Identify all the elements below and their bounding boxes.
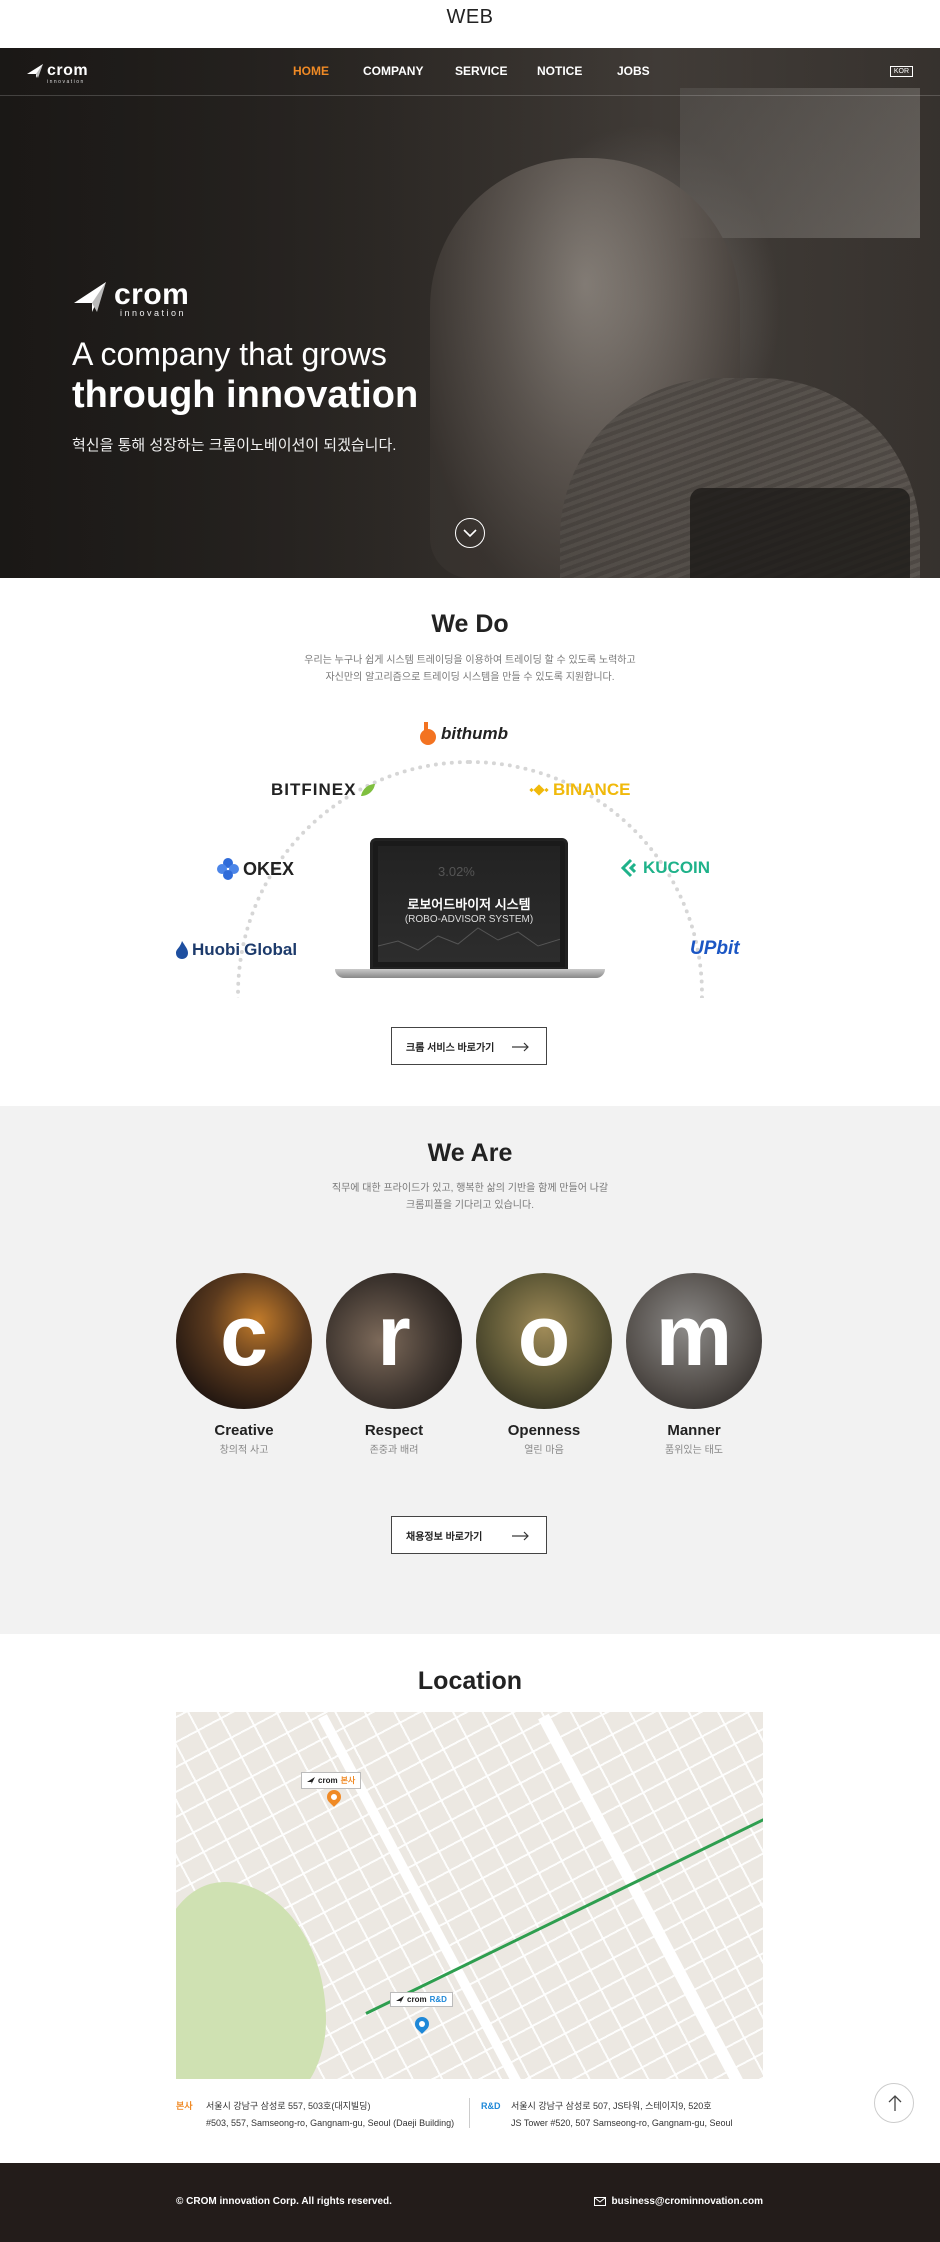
crom-logo-icon <box>74 282 106 312</box>
flame-icon <box>176 941 188 959</box>
address-rd-korean: 서울시 강남구 삼성로 507, JS타워, 스테이지9, 520호 <box>511 2101 712 2111</box>
nav-item-company[interactable]: COMPANY <box>363 64 455 78</box>
leaf-icon <box>361 784 376 796</box>
nav-item-service[interactable]: SERVICE <box>455 64 537 78</box>
exchange-bithumb: bithumb <box>419 722 508 746</box>
crom-logo-icon <box>27 64 43 78</box>
value-title-respect: Respect <box>364 1422 424 1439</box>
scroll-down-button[interactable] <box>455 518 485 548</box>
value-sub-creative: 창의적 사고 <box>219 1445 269 1456</box>
laptop-subtitle: (ROBO-ADVISOR SYSTEM) <box>404 914 534 925</box>
address-divider <box>469 2098 470 2128</box>
footer: © CROM innovation Corp. All rights reser… <box>0 2163 940 2242</box>
nav-item-home[interactable]: HOME <box>293 64 363 78</box>
footer-copyright: © CROM innovation Corp. All rights reser… <box>176 2196 392 2207</box>
value-title-creative: Creative <box>214 1422 274 1439</box>
address-rd-english: JS Tower #520, 507 Samseong-ro, Gangnam-… <box>511 2118 733 2128</box>
value-sub-manner: 품위있는 태도 <box>665 1445 723 1456</box>
hero-logo-sub: innovation <box>120 308 187 318</box>
weare-title: We Are <box>427 1139 513 1167</box>
nav-item-jobs[interactable]: JOBS <box>617 64 677 78</box>
laptop-chart-value: 3.02% <box>438 864 475 879</box>
arrow-up-icon <box>888 2095 902 2111</box>
nav-logo-sub: innovation <box>47 79 85 85</box>
mail-icon <box>593 2197 606 2206</box>
nav-item-notice[interactable]: NOTICE <box>537 64 617 78</box>
nav-logo-text: crom <box>47 62 89 79</box>
nav-logo[interactable]: crom innovation <box>27 62 89 85</box>
value-circle-manner: m <box>626 1273 762 1409</box>
wedo-desc-1: 우리는 누구나 쉽게 시스템 트레이딩을 이용하여 트레이딩 할 수 있도록 노… <box>304 655 636 666</box>
address-hq-english: #503, 557, Samseong-ro, Gangnam-gu, Seou… <box>206 2118 455 2128</box>
address-hq-label: 본사 <box>176 2101 193 2111</box>
exchange-kucoin: KUCOIN <box>619 858 710 878</box>
weare-desc-2: 크롬피플을 기다리고 있습니다. <box>406 1200 534 1211</box>
weare-desc-1: 직무에 대한 프라이드가 있고, 행복한 삶의 기반을 함께 만들어 나갈 <box>331 1183 609 1194</box>
hero-logo-text: crom <box>114 278 190 311</box>
map-pin-rd[interactable] <box>412 2014 432 2034</box>
back-to-top-button[interactable] <box>874 2083 914 2123</box>
value-circle-creative: c <box>176 1273 312 1409</box>
jobs-link-button[interactable]: 채용정보 바로가기 <box>391 1516 547 1554</box>
map-road <box>538 1713 746 2079</box>
crom-logo-icon <box>396 1996 404 2003</box>
value-title-manner: Manner <box>667 1422 721 1439</box>
nav-menu: HOME COMPANY SERVICE NOTICE JOBS <box>293 64 677 78</box>
binance-icon <box>529 784 549 796</box>
service-link-button[interactable]: 크롬 서비스 바로가기 <box>391 1027 547 1065</box>
value-sub-openness: 열린 마음 <box>524 1445 564 1456</box>
exchange-okex: OKEX <box>217 858 294 880</box>
kucoin-icon <box>620 858 637 878</box>
map-park <box>176 1882 326 2079</box>
address-rd-label: R&D <box>481 2101 501 2111</box>
exchange-upbit: UPbit <box>690 938 740 959</box>
laptop-base <box>335 969 605 978</box>
footer-email-link[interactable]: business@crominnovation.com <box>593 2196 763 2207</box>
laptop-title: 로보어드바이저 시스템 <box>407 897 531 912</box>
frame-title: WEB <box>0 0 940 48</box>
arrow-right-icon <box>512 1531 529 1541</box>
wedo-desc-2: 자신만의 알고리즘으로 트레이딩 시스템을 만들 수 있도록 지원합니다. <box>325 672 615 683</box>
arrow-right-icon <box>512 1042 529 1052</box>
exchange-bitfinex: BITFINEX <box>271 780 376 800</box>
value-circle-respect: r <box>326 1273 462 1409</box>
hero-headline-1: A company that grows <box>72 336 387 372</box>
chevron-down-icon <box>463 529 477 538</box>
laptop-screen: 3.02% 로보어드바이저 시스템 (ROBO-ADVISOR SYSTEM) <box>370 838 568 970</box>
hero-headline-2: through innovation <box>72 374 419 416</box>
value-sub-respect: 존중과 배려 <box>369 1445 419 1456</box>
hero-logo: crom innovation <box>74 278 190 318</box>
wedo-title: We Do <box>431 610 509 638</box>
map-tag-rd: crom R&D <box>390 1992 453 2007</box>
value-circle-openness: o <box>476 1273 612 1409</box>
hero-subtitle: 혁신을 통해 성장하는 크롬이노베이션이 되겠습니다. <box>72 437 397 454</box>
laptop-display: 3.02% 로보어드바이저 시스템 (ROBO-ADVISOR SYSTEM) <box>378 846 560 962</box>
top-nav: crom innovation HOME COMPANY SERVICE NOT… <box>0 48 940 96</box>
crom-logo-icon <box>307 1777 315 1784</box>
location-map[interactable]: crom 본사 crom R&D <box>176 1712 763 2079</box>
value-title-openness: Openness <box>507 1422 581 1439</box>
okex-icon <box>217 858 239 880</box>
language-toggle[interactable]: KOR <box>889 66 913 77</box>
exchange-binance: BINANCE <box>529 780 630 800</box>
location-title: Location <box>417 1667 523 1695</box>
exchange-huobi: Huobi Global <box>176 940 297 960</box>
bithumb-icon <box>420 722 436 745</box>
map-pin-hq[interactable] <box>324 1787 344 1807</box>
map-tag-hq: crom 본사 <box>301 1772 362 1789</box>
address-hq-korean: 서울시 강남구 삼성로 557, 503호(대지빌딩) <box>206 2101 371 2111</box>
